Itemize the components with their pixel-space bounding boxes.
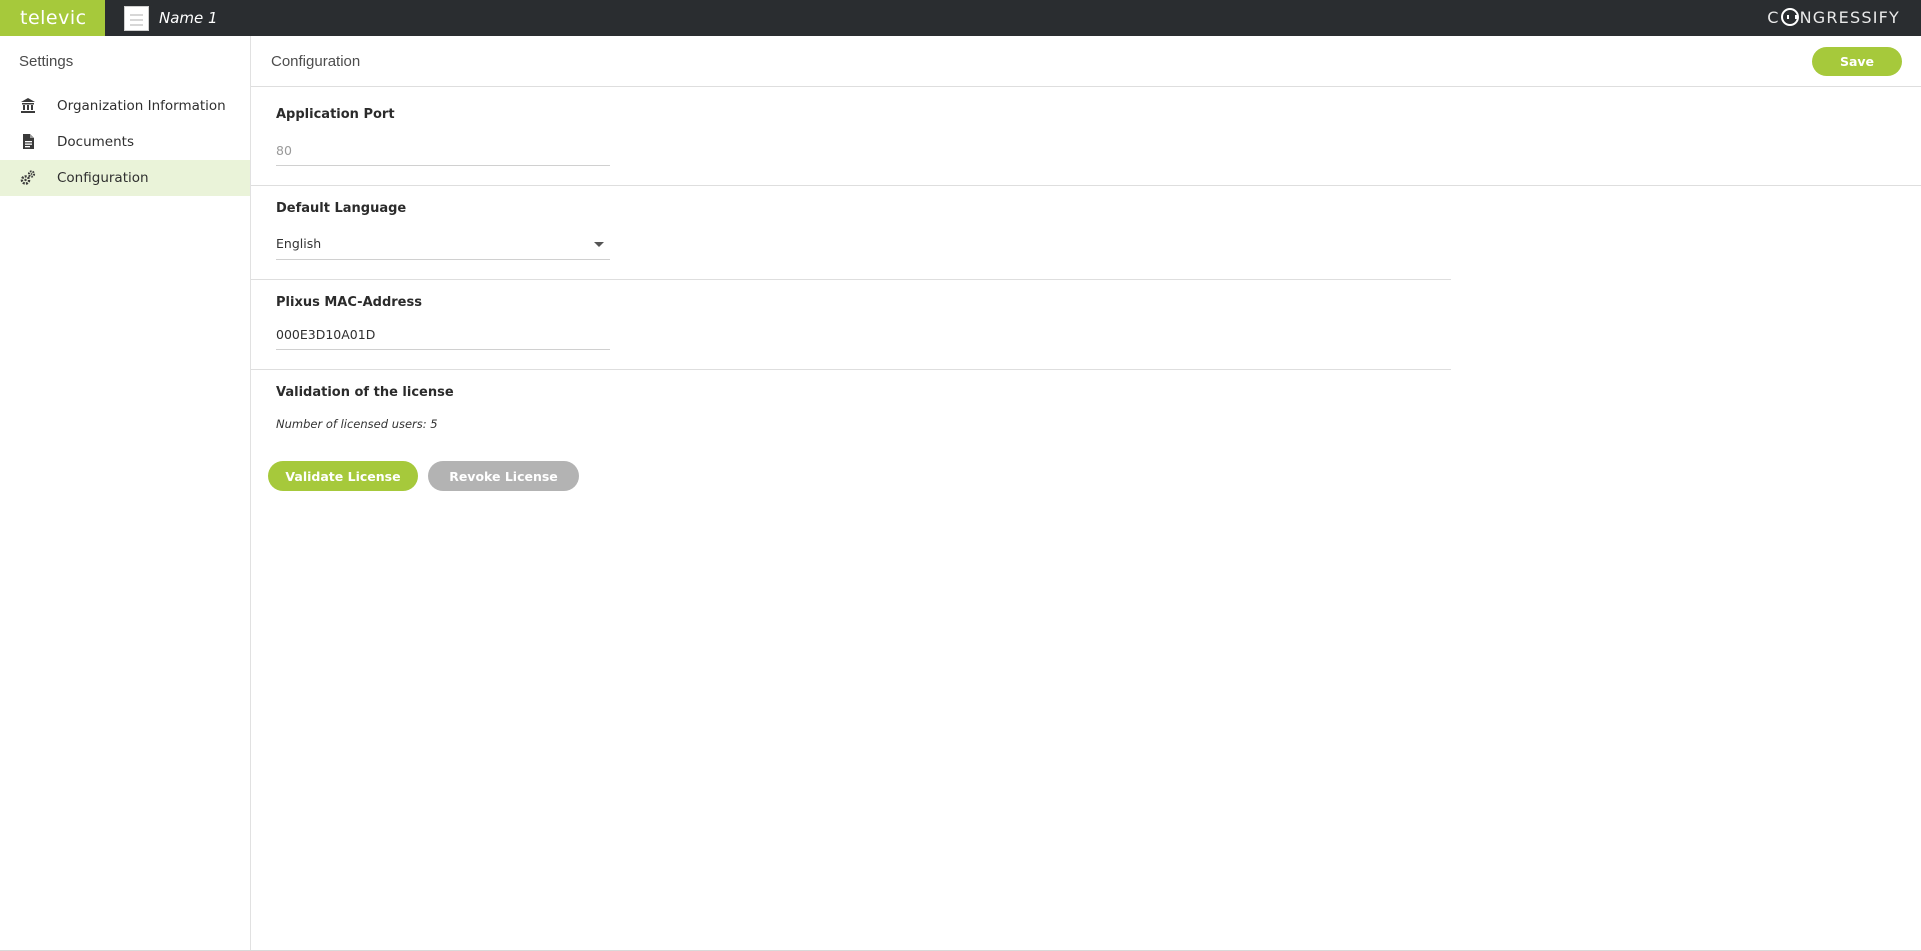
sidebar-item-configuration[interactable]: Configuration xyxy=(0,160,250,196)
section-divider xyxy=(251,369,1451,370)
default-language-select[interactable]: English xyxy=(276,230,610,260)
license-validation-label: Validation of the license xyxy=(276,385,454,400)
chevron-down-icon[interactable] xyxy=(594,242,604,247)
mac-address-input[interactable] xyxy=(276,320,610,348)
top-bar: televic Name 1 C NGRESSIFY xyxy=(0,0,1921,36)
product-name-start: C xyxy=(1767,8,1780,27)
sidebar-item-organization-information[interactable]: Organization Information xyxy=(0,88,250,124)
application-port-field[interactable] xyxy=(276,136,610,166)
bank-icon xyxy=(21,98,35,113)
section-divider xyxy=(251,185,1921,186)
revoke-license-button[interactable]: Revoke License xyxy=(428,461,579,491)
page-title: Configuration xyxy=(271,53,361,70)
application-port-label: Application Port xyxy=(276,107,395,122)
televic-logo[interactable]: televic xyxy=(0,0,105,36)
sidebar-title: Settings xyxy=(19,53,74,70)
save-button[interactable]: Save xyxy=(1812,47,1902,76)
document-icon xyxy=(23,134,34,149)
validate-license-button[interactable]: Validate License xyxy=(268,461,418,491)
sidebar-item-documents[interactable]: Documents xyxy=(0,124,250,160)
section-divider xyxy=(251,279,1451,280)
congressify-logo: C NGRESSIFY xyxy=(1767,0,1900,36)
product-name-end: NGRESSIFY xyxy=(1799,8,1900,27)
mac-address-field[interactable] xyxy=(276,320,610,350)
document-thumbnail-icon[interactable] xyxy=(124,6,149,31)
licensed-users-count: Number of licensed users: 5 xyxy=(276,417,438,431)
mac-address-label: Plixus MAC-Address xyxy=(276,295,422,310)
sidebar-item-label: Documents xyxy=(57,134,134,150)
speech-bubble-icon xyxy=(1780,8,1799,26)
main-header: Configuration Save xyxy=(251,36,1921,87)
document-name[interactable]: Name 1 xyxy=(159,0,218,36)
default-language-label: Default Language xyxy=(276,201,407,216)
sidebar-item-label: Organization Information xyxy=(57,98,226,114)
settings-sidebar: Settings Organization Information Docume… xyxy=(0,36,251,951)
gears-icon xyxy=(20,170,36,185)
application-port-input[interactable] xyxy=(276,136,610,164)
main-panel: Configuration Save Application Port Defa… xyxy=(251,36,1921,951)
default-language-value: English xyxy=(276,236,322,251)
sidebar-item-label: Configuration xyxy=(57,170,149,186)
